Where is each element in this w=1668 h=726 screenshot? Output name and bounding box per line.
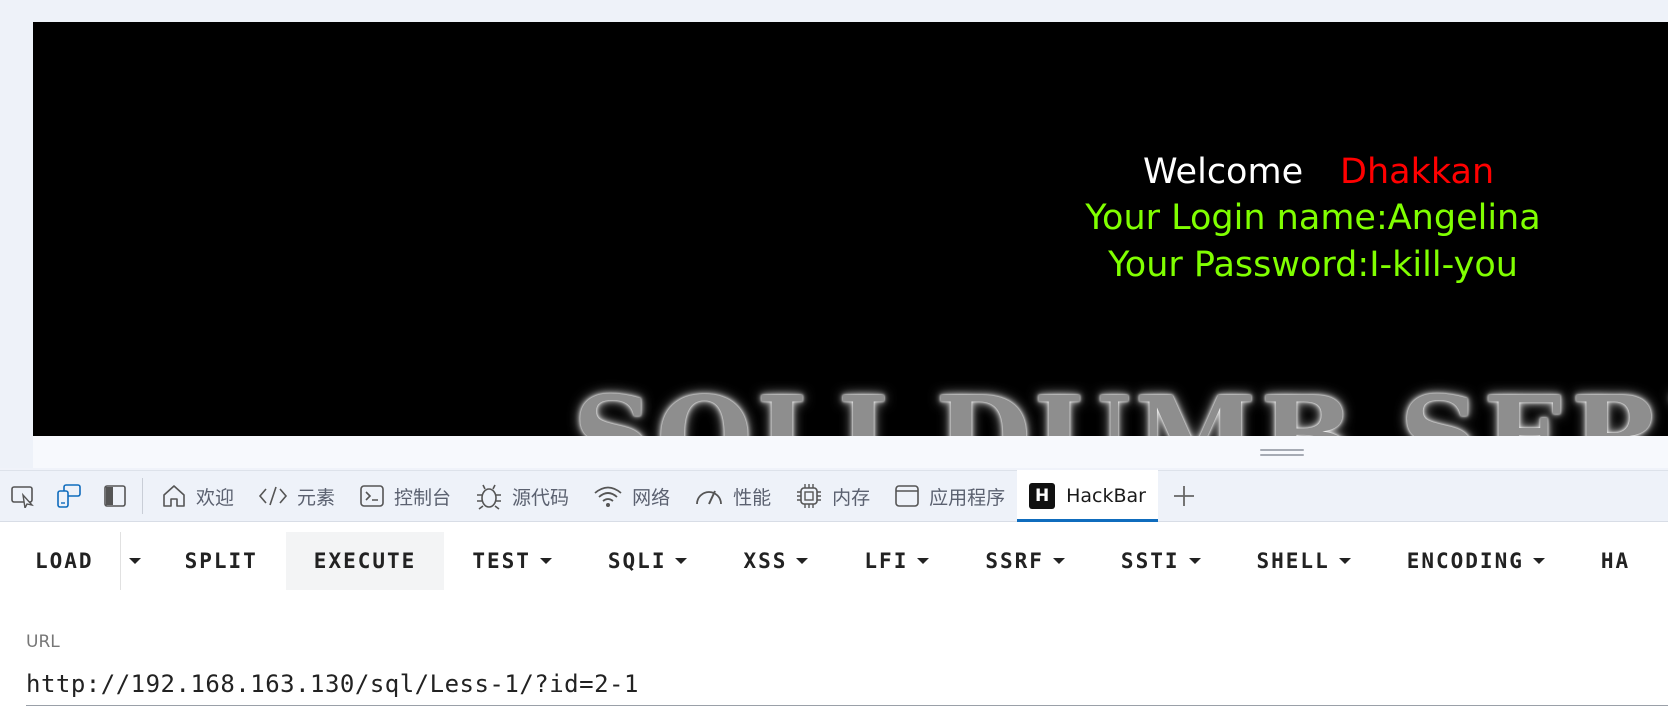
devtools-tab-bar: 欢迎 元素 控制台 源代码 网络 性能 内存 应用程序 H HackBar [0,470,1668,522]
chip-icon [797,484,822,508]
test-menu[interactable]: TEST [444,532,580,590]
chevron-down-icon [675,558,688,564]
menu-label: TEST [472,549,531,573]
page-footer-area [33,436,1668,468]
menu-label: SQLI [607,549,667,573]
menu-label: SSTI [1120,549,1180,573]
tab-welcome[interactable]: 欢迎 [149,470,246,522]
tab-performance[interactable]: 性能 [682,470,783,522]
encoding-menu[interactable]: ENCODING [1379,532,1573,590]
tab-label: 控制台 [394,486,452,509]
menu-label: XSS [743,549,788,573]
chevron-down-icon [917,558,930,564]
inspect-element-icon[interactable] [0,470,46,522]
tab-label: 欢迎 [196,486,235,509]
tab-elements[interactable]: 元素 [246,470,347,522]
load-button[interactable]: LOAD [0,532,120,590]
web-page: Welcome Dhakkan Your Login name:Angelina… [33,22,1668,436]
menu-label: SHELL [1256,549,1330,573]
tab-label: 元素 [297,486,336,509]
hackbar-menu: LOAD SPLIT EXECUTE TEST SQLI XSS LFI SSR… [0,532,1658,590]
tab-memory[interactable]: 内存 [783,470,882,522]
tab-sources[interactable]: 源代码 [463,470,581,522]
ssrf-menu[interactable]: SSRF [957,532,1093,590]
execute-button[interactable]: EXECUTE [285,532,445,590]
login-name-text: Your Login name:Angelina [1085,198,1541,238]
welcome-text: Welcome [1143,152,1304,192]
tab-network[interactable]: 网络 [581,470,682,522]
chevron-down-icon [796,558,809,564]
console-icon [360,485,384,507]
lfi-menu[interactable]: LFI [836,532,957,590]
tab-application[interactable]: 应用程序 [882,470,1017,522]
tab-label: 内存 [832,486,871,509]
ssti-menu[interactable]: SSTI [1093,532,1229,590]
welcome-username: Dhakkan [1340,152,1495,192]
url-input[interactable] [26,662,1668,706]
chevron-down-icon [129,558,142,564]
devtools-resize-handle[interactable] [1260,449,1304,459]
bug-icon [477,484,502,510]
chevron-down-icon [1188,558,1201,564]
password-text: Your Password:I-kill-you [1108,245,1518,285]
gauge-icon [696,490,722,505]
menu-label: ENCODING [1406,549,1524,573]
load-dropdown-button[interactable] [119,532,150,590]
tab-console[interactable]: 控制台 [347,470,463,522]
tab-label: 源代码 [512,486,570,509]
hackbar-panel: LOAD SPLIT EXECUTE TEST SQLI XSS LFI SSR… [0,522,1668,726]
xss-menu[interactable]: XSS [715,532,836,590]
url-label: URL [26,632,60,652]
device-emulation-icon[interactable] [46,470,92,522]
dock-side-icon[interactable] [92,470,138,522]
hash-menu-partial[interactable]: HA [1573,532,1658,590]
add-tab-plus-icon[interactable] [1164,470,1204,522]
menu-label: SSRF [985,549,1044,573]
chevron-down-icon [1338,558,1351,564]
browser-viewport: Welcome Dhakkan Your Login name:Angelina… [0,0,1668,468]
toolbar-divider [142,478,143,514]
home-icon [163,485,185,507]
menu-label: LFI [864,549,909,573]
sqli-dumb-series-banner: SQLI DUMB SERIES [573,382,1668,437]
tab-label: 网络 [632,486,671,509]
window-icon [895,485,919,507]
split-button[interactable]: SPLIT [150,532,286,590]
tab-label: 应用程序 [929,486,1006,509]
tab-label: 性能 [733,486,772,509]
welcome-line: Welcome Dhakkan [1143,152,1494,192]
wifi-icon [594,486,622,507]
chevron-down-icon [539,558,552,564]
sqli-menu[interactable]: SQLI [580,532,716,590]
chevron-down-icon [1532,558,1545,564]
hackbar-logo-icon: H [1029,483,1056,509]
code-brackets-icon [258,486,288,506]
tab-hackbar[interactable]: H HackBar [1017,470,1158,522]
shell-menu[interactable]: SHELL [1229,532,1379,590]
chevron-down-icon [1052,558,1065,564]
tab-label: HackBar [1066,485,1146,507]
